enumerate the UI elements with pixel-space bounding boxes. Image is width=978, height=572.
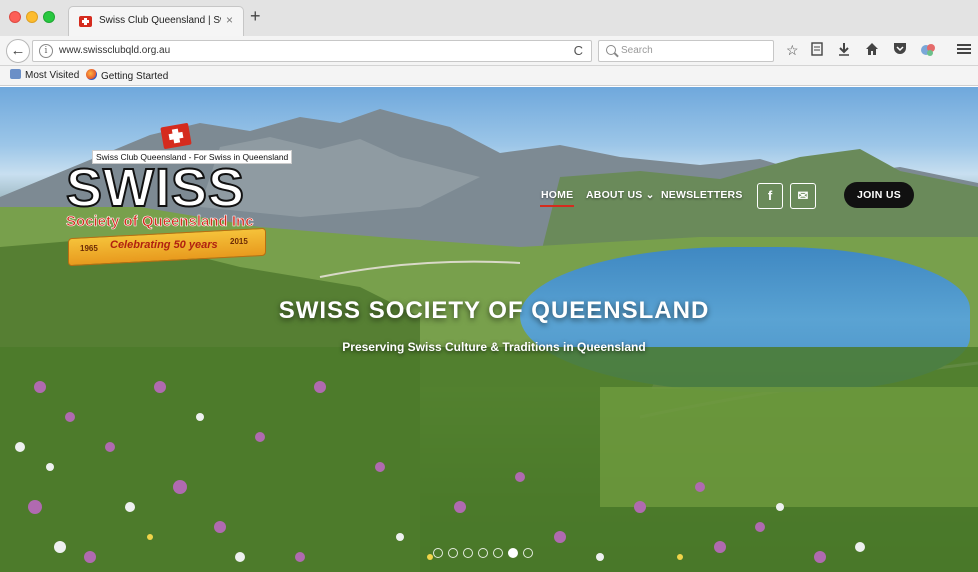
logo-year-end: 2015 bbox=[230, 237, 248, 246]
nav-newsletters[interactable]: NEWSLETTERS bbox=[661, 189, 743, 201]
swiss-flag-icon bbox=[160, 122, 192, 150]
close-window-button[interactable] bbox=[9, 11, 21, 23]
pocket-icon[interactable] bbox=[893, 42, 907, 58]
folder-icon bbox=[10, 69, 21, 79]
site-info-icon[interactable]: i bbox=[39, 44, 53, 58]
slider-dot[interactable] bbox=[433, 548, 443, 558]
new-tab-button[interactable]: + bbox=[250, 6, 261, 27]
hero-title: SWISS SOCIETY OF QUEENSLAND bbox=[278, 297, 710, 324]
menu-icon[interactable] bbox=[957, 42, 971, 58]
nav-about-label: ABOUT US bbox=[586, 189, 643, 201]
bookmark-getting-started[interactable]: Getting Started bbox=[86, 69, 168, 82]
tab-title: Swiss Club Queensland | Swi bbox=[99, 15, 221, 26]
extension-icon[interactable] bbox=[920, 42, 936, 61]
home-icon[interactable] bbox=[865, 42, 879, 59]
chevron-down-icon: ⌄ bbox=[645, 189, 655, 201]
site-logo[interactable]: Swiss Club Queensland - For Swiss in Que… bbox=[65, 122, 306, 270]
facebook-icon[interactable]: f bbox=[757, 183, 783, 209]
reload-icon[interactable]: C bbox=[574, 43, 583, 58]
url-text[interactable]: www.swissclubqld.org.au bbox=[59, 45, 170, 56]
join-us-button[interactable]: JOIN US bbox=[844, 182, 914, 208]
slider-dot[interactable] bbox=[448, 548, 458, 558]
logo-year-start: 1965 bbox=[80, 244, 98, 253]
browser-tab[interactable]: Swiss Club Queensland | Swi × bbox=[68, 6, 244, 36]
reader-icon[interactable] bbox=[811, 42, 823, 59]
firefox-icon bbox=[86, 69, 97, 80]
nav-home[interactable]: HOME bbox=[541, 189, 573, 201]
swiss-flag-favicon-icon bbox=[79, 16, 92, 27]
email-icon[interactable]: ✉ bbox=[790, 183, 816, 209]
search-placeholder: Search bbox=[621, 45, 653, 56]
star-icon[interactable]: ☆ bbox=[786, 42, 799, 58]
browser-tab-bar: Swiss Club Queensland | Swi × + bbox=[0, 0, 978, 36]
back-button[interactable]: ← bbox=[6, 39, 30, 63]
nav-active-indicator bbox=[540, 205, 574, 207]
logo-wordmark: SWISS bbox=[65, 157, 246, 219]
minimize-window-button[interactable] bbox=[26, 11, 38, 23]
bookmark-label: Most Visited bbox=[25, 70, 80, 81]
slider-dot[interactable] bbox=[508, 548, 518, 558]
browser-nav-bar: ← i www.swissclubqld.org.au C Search ☆ bbox=[0, 36, 978, 66]
maximize-window-button[interactable] bbox=[43, 11, 55, 23]
bookmark-most-visited[interactable]: Most Visited bbox=[10, 69, 79, 81]
slider-dot[interactable] bbox=[463, 548, 473, 558]
bookmarks-bar: Most Visited Getting Started bbox=[0, 66, 978, 86]
slider-dot[interactable] bbox=[493, 548, 503, 558]
hero-subtitle: Preserving Swiss Culture & Traditions in… bbox=[342, 340, 646, 354]
logo-subtitle: Society of Queensland Inc bbox=[66, 213, 254, 231]
hero-banner: Swiss Club Queensland - For Swiss in Que… bbox=[0, 87, 978, 572]
slider-dot[interactable] bbox=[523, 548, 533, 558]
search-icon bbox=[606, 45, 616, 55]
address-bar[interactable]: i www.swissclubqld.org.au C bbox=[32, 40, 592, 62]
tab-close-icon[interactable]: × bbox=[226, 13, 233, 27]
logo-ribbon-text: Celebrating 50 years bbox=[110, 239, 218, 251]
slider-dot[interactable] bbox=[478, 548, 488, 558]
search-input[interactable]: Search bbox=[598, 40, 774, 62]
nav-about-us[interactable]: ABOUT US ⌄ bbox=[586, 189, 655, 201]
bookmark-label: Getting Started bbox=[101, 71, 169, 82]
download-icon[interactable] bbox=[838, 42, 850, 59]
